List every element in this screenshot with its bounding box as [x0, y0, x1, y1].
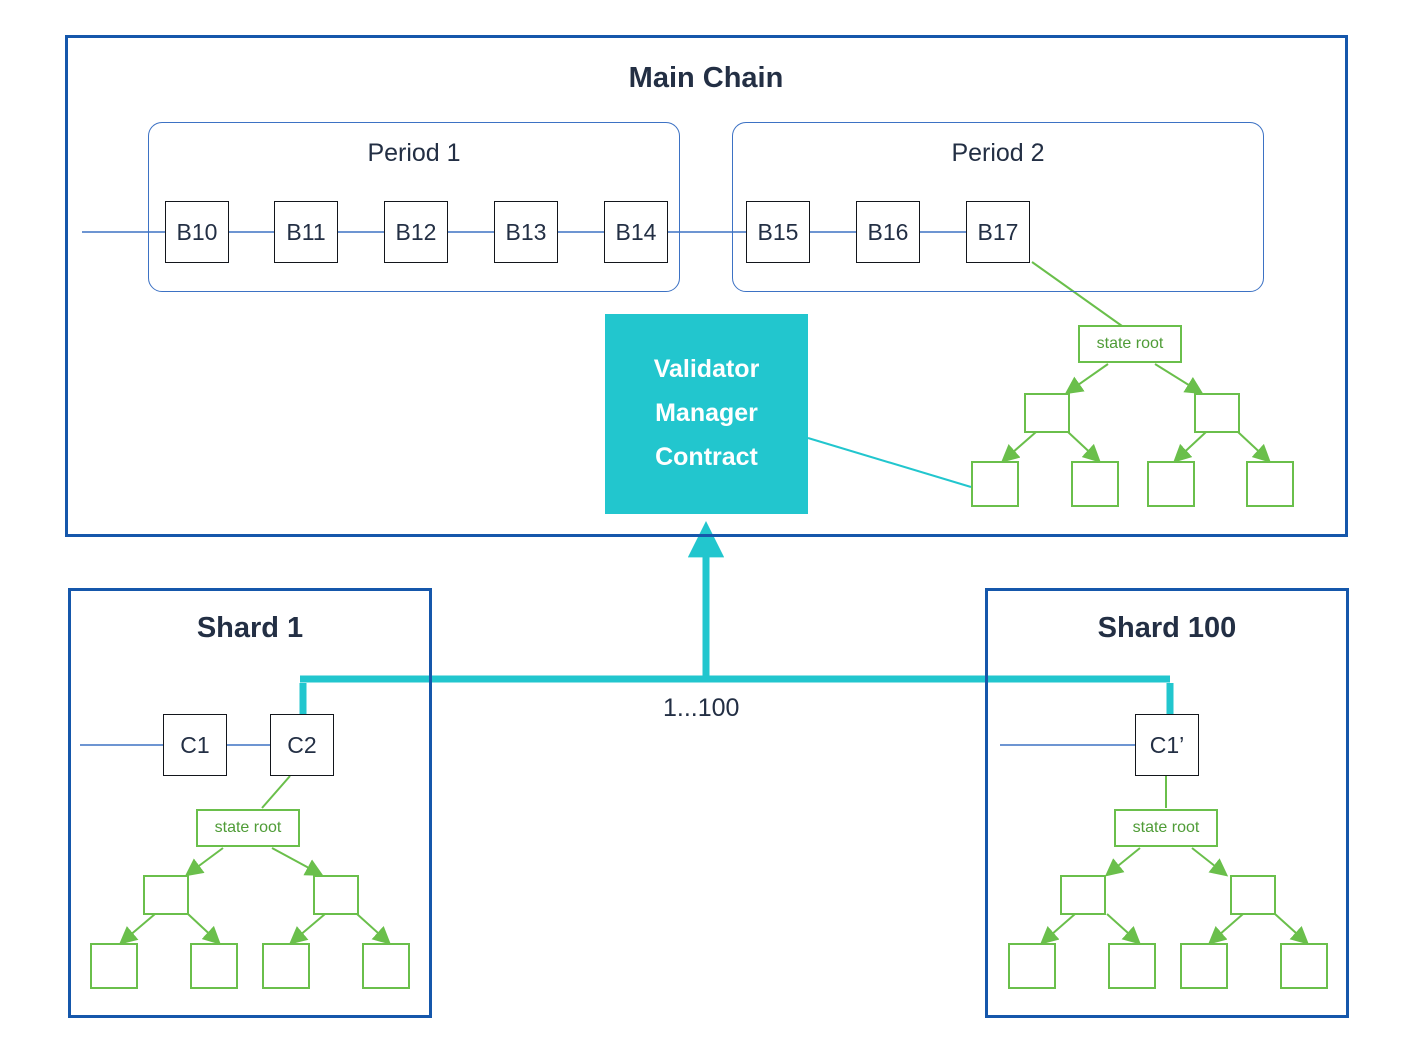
shard-1-merkle-mid-node[interactable] [313, 875, 359, 915]
main-block-b17[interactable]: B17 [966, 201, 1030, 263]
vmc-line-1: Validator [653, 355, 760, 384]
shard-1-merkle-leaf[interactable] [90, 943, 138, 989]
shard-1-merkle-mid-node[interactable] [143, 875, 189, 915]
main-block-b13[interactable]: B13 [494, 201, 558, 263]
main-block-b10[interactable]: B10 [165, 201, 229, 263]
vmc-line-2: Manager [655, 399, 758, 428]
validator-manager-contract[interactable]: Validator Manager Contract [605, 314, 808, 514]
shard-100-merkle-leaf[interactable] [1008, 943, 1056, 989]
main-chain-merkle-mid-node[interactable] [1024, 393, 1070, 433]
shard-100-merkle-mid-node[interactable] [1060, 875, 1106, 915]
main-chain-title: Main Chain [628, 62, 784, 94]
shard-100-merkle-mid-node[interactable] [1230, 875, 1276, 915]
shard-1-title: Shard 1 [196, 612, 304, 644]
main-block-b15[interactable]: B15 [746, 201, 810, 263]
main-chain-merkle-leaf[interactable] [1246, 461, 1294, 507]
period-1-label: Period 1 [367, 139, 461, 167]
shard-1-block-c2[interactable]: C2 [270, 714, 334, 776]
shard-1-state-root[interactable]: state root [196, 809, 300, 847]
shard-100-title: Shard 100 [1097, 612, 1237, 644]
main-chain-merkle-leaf[interactable] [1071, 461, 1119, 507]
shard-1-merkle-leaf[interactable] [362, 943, 410, 989]
shard-100-merkle-leaf[interactable] [1180, 943, 1228, 989]
main-chain-state-root[interactable]: state root [1078, 325, 1182, 363]
shard-1-merkle-leaf[interactable] [262, 943, 310, 989]
main-chain-merkle-mid-node[interactable] [1194, 393, 1240, 433]
shard-100-state-root[interactable]: state root [1114, 809, 1218, 847]
main-block-b12[interactable]: B12 [384, 201, 448, 263]
main-chain-merkle-leaf[interactable] [971, 461, 1019, 507]
shard-100-merkle-leaf[interactable] [1280, 943, 1328, 989]
main-chain-merkle-leaf[interactable] [1147, 461, 1195, 507]
main-block-b14[interactable]: B14 [604, 201, 668, 263]
main-block-b11[interactable]: B11 [274, 201, 338, 263]
diagram-canvas: Main Chain Period 1 B10 B11 B12 B13 B14 … [0, 0, 1412, 1056]
shard-1-merkle-leaf[interactable] [190, 943, 238, 989]
shard-bus-label: 1...100 [663, 694, 740, 722]
vmc-line-3: Contract [655, 442, 758, 471]
main-block-b16[interactable]: B16 [856, 201, 920, 263]
period-2-label: Period 2 [951, 139, 1045, 167]
shard-100-merkle-leaf[interactable] [1108, 943, 1156, 989]
shard-1-block-c1[interactable]: C1 [163, 714, 227, 776]
shard-100-block-c1-prime[interactable]: C1’ [1135, 714, 1199, 776]
